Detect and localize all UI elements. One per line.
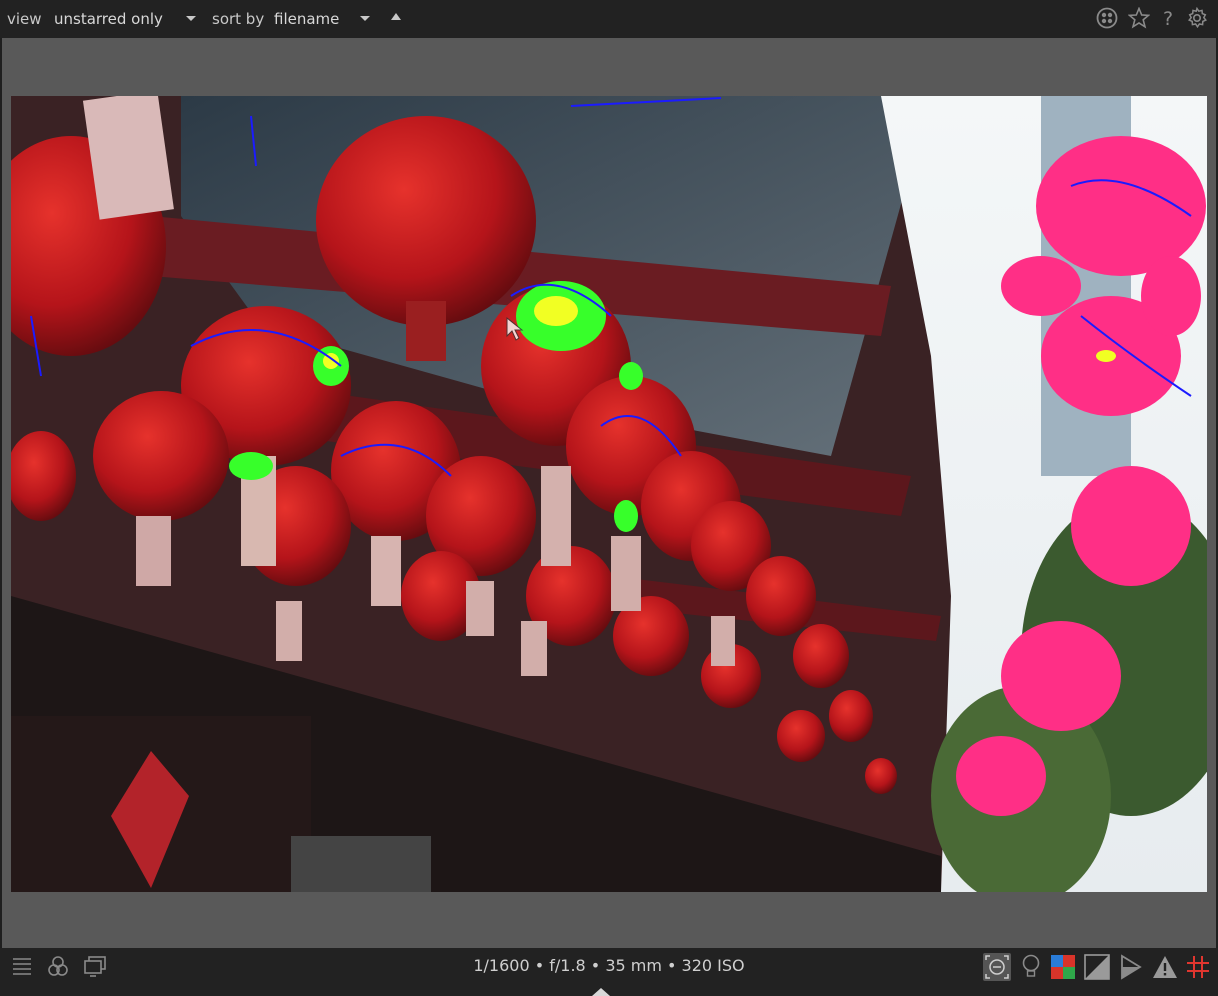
view-dropdown-caret-icon[interactable] [186,16,196,21]
softproof-icon[interactable] [1118,954,1144,980]
top-toolbar: view unstarred only sort by filename ? [0,0,1218,38]
photo-image [11,96,1207,892]
bottom-panel-toggle-icon[interactable] [592,988,610,996]
lightbulb-icon[interactable] [1020,953,1042,981]
color-assessment-icon[interactable] [1050,954,1076,980]
gear-icon[interactable] [1186,7,1208,29]
view-label: view [7,10,42,28]
photo-preview[interactable] [11,96,1207,892]
center-view [2,38,1216,948]
overexposed-icon[interactable] [1084,954,1110,980]
color-labels-icon[interactable] [1096,7,1118,29]
svg-text:?: ? [1163,8,1173,29]
star-icon[interactable] [1128,7,1150,29]
focus-peaking-icon[interactable] [982,952,1012,982]
sort-dropdown[interactable]: filename [274,10,339,28]
guides-icon[interactable] [1186,955,1210,979]
gamut-warning-icon[interactable] [1152,954,1178,980]
sort-label: sort by [212,10,265,28]
help-icon[interactable]: ? [1160,7,1176,29]
sort-dropdown-caret-icon[interactable] [360,16,370,21]
view-filter-dropdown[interactable]: unstarred only [54,10,163,28]
sort-ascending-icon[interactable] [391,13,401,20]
